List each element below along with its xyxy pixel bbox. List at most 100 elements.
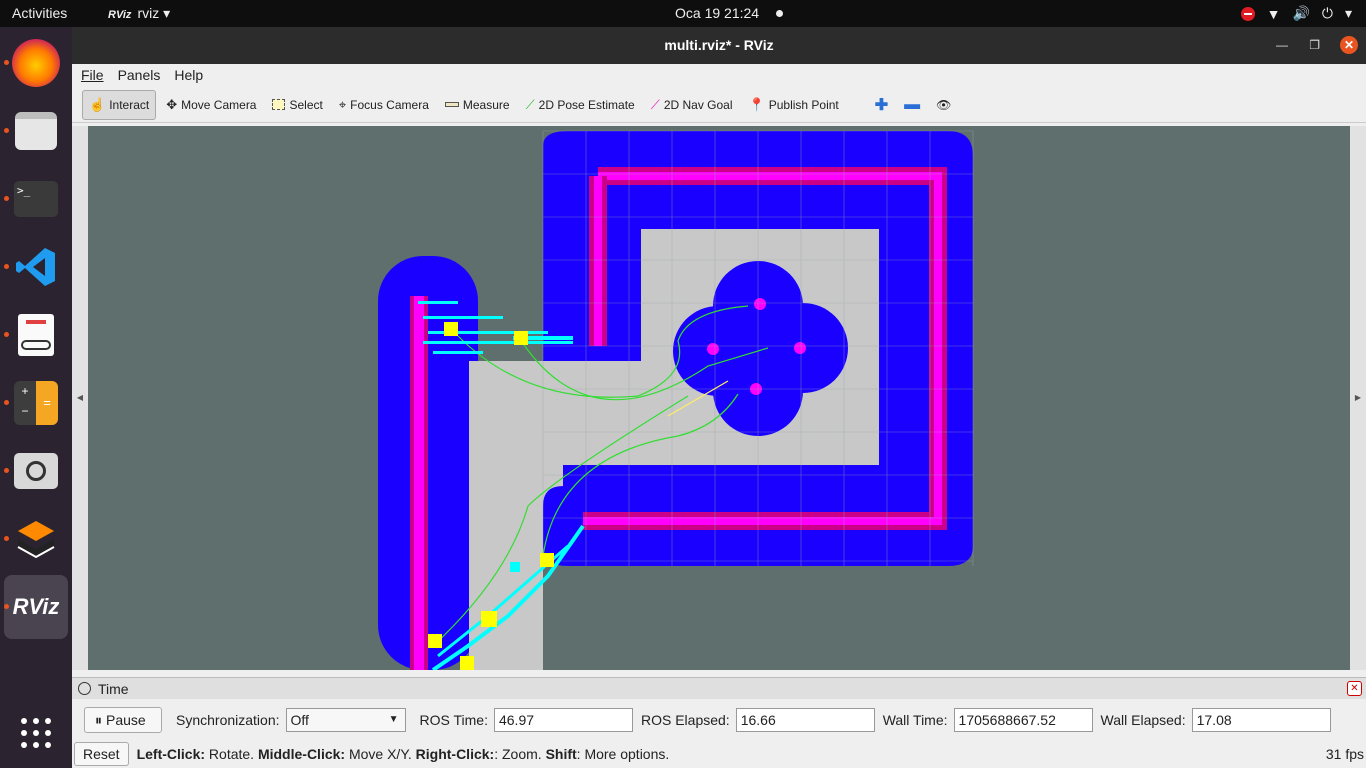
nav-goal-label: 2D Nav Goal bbox=[663, 97, 733, 112]
close-button[interactable]: ✕ bbox=[1340, 36, 1358, 54]
menu-help[interactable]: Help bbox=[169, 64, 208, 86]
window-titlebar[interactable]: multi.rviz* - RViz — ❐ ✕ bbox=[72, 27, 1366, 64]
focus-camera-tool[interactable]: ⌖ Focus Camera bbox=[333, 90, 435, 120]
publish-point-tool[interactable]: 📍 Publish Point bbox=[743, 90, 845, 120]
hint-left-click: Left-Click: bbox=[136, 746, 206, 762]
left-panel-toggle[interactable]: ◀ bbox=[72, 126, 88, 670]
measure-tool[interactable]: Measure bbox=[439, 90, 516, 120]
hint-shift: Shift bbox=[545, 746, 577, 762]
map-pin-icon: 📍 bbox=[748, 96, 765, 112]
clock[interactable]: Oca 19 21:24 bbox=[675, 5, 759, 21]
rviz-app-icon: RViz bbox=[108, 9, 132, 21]
wall-elapsed-label: Wall Elapsed: bbox=[1100, 712, 1186, 728]
time-panel-row: ⏸ Pause Synchronization: Off ▼ ROS Time: 4… bbox=[72, 702, 1366, 738]
app-menu-label: rviz bbox=[137, 5, 160, 21]
calculator-icon[interactable]: + − = bbox=[4, 379, 60, 427]
pause-button[interactable]: ⏸ Pause bbox=[84, 707, 162, 733]
nav-goal-tool[interactable]: ⟋ 2D Nav Goal bbox=[645, 90, 739, 120]
pause-icon: ⏸ bbox=[95, 711, 102, 728]
rviz-window: multi.rviz* - RViz — ❐ ✕ File Panels Hel… bbox=[72, 27, 1366, 768]
wifi-icon[interactable]: ▼ bbox=[1267, 6, 1281, 22]
rviz-dock-label: RViz bbox=[12, 594, 60, 619]
green-arrow-icon: ⟋ bbox=[525, 96, 535, 112]
reset-button[interactable]: Reset bbox=[74, 742, 129, 766]
plus-icon: ✚ bbox=[874, 96, 889, 114]
volume-icon[interactable]: 🔊 bbox=[1292, 5, 1309, 22]
eye-icon: 👁 bbox=[936, 97, 952, 112]
interact-tool[interactable]: ☝ Interact bbox=[82, 89, 157, 120]
notification-dot bbox=[776, 10, 783, 17]
time-panel-header: Time ✕ bbox=[72, 677, 1366, 699]
time-panel-title: Time bbox=[98, 681, 129, 697]
ros-elapsed-field[interactable]: 16.66 bbox=[735, 708, 875, 732]
wall-elapsed-field[interactable]: 17.08 bbox=[1191, 708, 1331, 732]
costmap-render bbox=[378, 130, 974, 670]
status-bar: Reset Left-Click: Rotate. Middle-Click: … bbox=[72, 740, 1366, 768]
measure-label: Measure bbox=[462, 97, 510, 112]
menu-panels[interactable]: Panels bbox=[113, 64, 166, 86]
firefox-icon[interactable] bbox=[4, 39, 60, 87]
sync-label: Synchronization: bbox=[176, 712, 280, 728]
dock: >_ + − = RViz bbox=[0, 27, 72, 768]
pose-estimate-label: 2D Pose Estimate bbox=[538, 97, 635, 112]
hint-middle-desc: Move X/Y. bbox=[345, 746, 416, 762]
hint-left-desc: Rotate. bbox=[205, 746, 258, 762]
hint-right-desc: : Zoom. bbox=[494, 746, 546, 762]
files-icon[interactable] bbox=[4, 107, 60, 155]
minus-icon: ▬ bbox=[904, 95, 921, 113]
select-tool[interactable]: Select bbox=[266, 90, 328, 120]
select-label: Select bbox=[289, 97, 323, 112]
add-tool-button[interactable]: ✚ bbox=[869, 90, 894, 120]
hint-right-click: Right-Click: bbox=[415, 746, 495, 762]
document-viewer-icon[interactable] bbox=[4, 311, 60, 359]
rviz-dock-icon[interactable]: RViz bbox=[4, 583, 60, 631]
minimize-button[interactable]: — bbox=[1276, 27, 1288, 64]
tool-bar: ☝ Interact ✥ Move Camera Select ⌖ Focus Cam… bbox=[72, 87, 1366, 123]
app-menu[interactable]: RViz rviz ▾ bbox=[108, 5, 170, 22]
move-camera-icon: ✥ bbox=[166, 96, 178, 112]
interact-label: Interact bbox=[109, 97, 150, 112]
ros-elapsed-label: ROS Elapsed: bbox=[640, 712, 730, 728]
wall-time-label: Wall Time: bbox=[882, 712, 948, 728]
hint-shift-desc: : More options. bbox=[576, 746, 670, 762]
do-not-disturb-icon[interactable] bbox=[1240, 6, 1255, 21]
sublime-merge-icon[interactable] bbox=[4, 515, 60, 563]
vscode-icon[interactable] bbox=[4, 243, 60, 291]
hand-pointer-icon: ☝ bbox=[89, 96, 106, 112]
publish-point-label: Publish Point bbox=[768, 97, 839, 112]
menu-bar: File Panels Help bbox=[72, 64, 1366, 86]
system-tray[interactable]: ▼ 🔊 ⏻ ▾ bbox=[1240, 5, 1352, 22]
magenta-arrow-icon: ⟋ bbox=[650, 96, 660, 112]
pause-label: Pause bbox=[106, 712, 146, 728]
menu-file[interactable]: File bbox=[76, 64, 109, 86]
wall-time-field[interactable]: 1705688667.52 bbox=[953, 708, 1093, 732]
select-box-icon bbox=[272, 99, 286, 110]
chevron-down-icon: ▼ bbox=[388, 714, 399, 725]
hint-middle-click: Middle-Click: bbox=[257, 746, 346, 762]
clock-icon bbox=[78, 682, 91, 695]
move-camera-tool[interactable]: ✥ Move Camera bbox=[160, 90, 262, 120]
right-panel-toggle[interactable]: ▶ bbox=[1350, 126, 1366, 670]
system-top-bar: Activities RViz rviz ▾ Oca 19 21:24 ▼ 🔊 ⏻… bbox=[0, 0, 1366, 27]
tool-properties-button[interactable]: 👁 bbox=[930, 90, 957, 120]
fps-readout: 31 fps bbox=[1325, 746, 1364, 762]
sync-select[interactable]: Off ▼ bbox=[285, 708, 406, 732]
show-applications-icon[interactable] bbox=[12, 709, 60, 757]
power-icon[interactable]: ⏻ bbox=[1322, 5, 1333, 22]
sync-value: Off bbox=[290, 712, 309, 728]
ros-time-field[interactable]: 46.97 bbox=[493, 708, 633, 732]
close-panel-icon[interactable]: ✕ bbox=[1347, 681, 1362, 696]
remove-tool-button[interactable]: ▬ bbox=[898, 90, 926, 120]
image-viewer-icon[interactable] bbox=[4, 447, 60, 495]
chevron-down-icon[interactable]: ▾ bbox=[1345, 5, 1352, 22]
move-camera-label: Move Camera bbox=[181, 97, 257, 112]
window-title: multi.rviz* - RViz bbox=[664, 37, 774, 53]
terminal-icon[interactable]: >_ bbox=[4, 175, 60, 223]
maximize-button[interactable]: ❐ bbox=[1309, 27, 1320, 64]
focus-camera-label: Focus Camera bbox=[350, 97, 429, 112]
ros-time-label: ROS Time: bbox=[419, 712, 488, 728]
activities-button[interactable]: Activities bbox=[12, 5, 67, 21]
ruler-icon bbox=[444, 102, 459, 107]
render-viewport[interactable] bbox=[88, 126, 1350, 670]
pose-estimate-tool[interactable]: ⟋ 2D Pose Estimate bbox=[520, 90, 641, 120]
